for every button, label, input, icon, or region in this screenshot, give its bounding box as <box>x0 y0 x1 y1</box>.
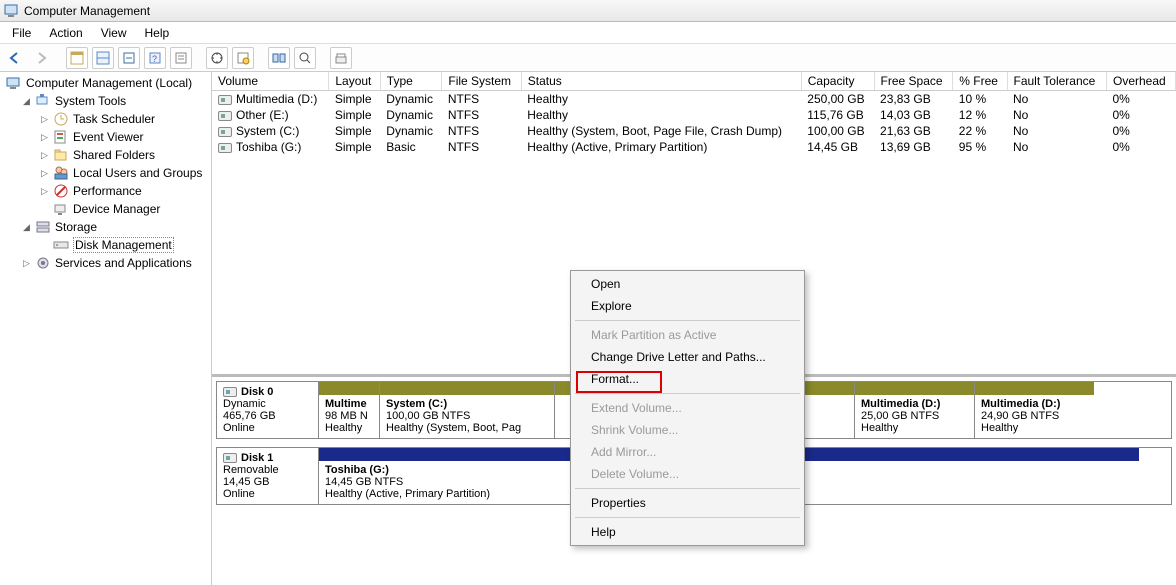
ctx-extend: Extend Volume... <box>573 397 802 419</box>
ctx-properties[interactable]: Properties <box>573 492 802 514</box>
disk-icon <box>223 387 237 397</box>
menu-view[interactable]: View <box>93 24 135 42</box>
col-fs[interactable]: File System <box>442 72 521 91</box>
partition-body: Multimedia (D:)24,90 GB NTFSHealthy <box>975 395 1094 437</box>
col-type[interactable]: Type <box>380 72 442 91</box>
ctx-mirror: Add Mirror... <box>573 441 802 463</box>
partition-header <box>975 382 1094 395</box>
tree-services[interactable]: ▷ Services and Applications <box>4 254 207 272</box>
expander-icon[interactable]: ◢ <box>22 222 31 233</box>
col-status[interactable]: Status <box>521 72 801 91</box>
ctx-change-letter[interactable]: Change Drive Letter and Paths... <box>573 346 802 368</box>
ctx-format[interactable]: Format... <box>573 368 802 390</box>
context-menu: Open Explore Mark Partition as Active Ch… <box>570 270 805 546</box>
partition[interactable]: Multime98 MB NHealthy <box>319 382 379 438</box>
volume-row[interactable]: Toshiba (G:)SimpleBasicNTFSHealthy (Acti… <box>212 139 1176 155</box>
expander-icon[interactable]: ▷ <box>40 168 49 179</box>
drive-icon <box>218 127 232 137</box>
toolbar-btn-3[interactable] <box>118 47 140 69</box>
toolbar-btn-1[interactable] <box>66 47 88 69</box>
svg-text:?: ? <box>152 54 157 64</box>
toolbar-btn-8[interactable] <box>268 47 290 69</box>
col-capacity[interactable]: Capacity <box>801 72 874 91</box>
ctx-help[interactable]: Help <box>573 521 802 543</box>
menu-bar: File Action View Help <box>0 22 1176 44</box>
volume-row[interactable]: Other (E:)SimpleDynamicNTFSHealthy115,76… <box>212 107 1176 123</box>
partition-body: Multime98 MB NHealthy <box>319 395 379 437</box>
drive-icon <box>218 111 232 121</box>
toolbar-btn-10[interactable] <box>330 47 352 69</box>
navigation-tree[interactable]: Computer Management (Local) ◢ System Too… <box>0 72 212 585</box>
partition-body: System (C:)100,00 GB NTFSHealthy (System… <box>380 395 554 437</box>
disk-icon <box>223 453 237 463</box>
drive-icon <box>218 95 232 105</box>
menu-help[interactable]: Help <box>137 24 178 42</box>
toolbar-btn-7[interactable] <box>232 47 254 69</box>
toolbar-btn-9[interactable] <box>294 47 316 69</box>
ctx-shrink: Shrink Volume... <box>573 419 802 441</box>
partition[interactable]: Multimedia (D:)25,00 GB NTFSHealthy <box>854 382 974 438</box>
toolbar-btn-2[interactable] <box>92 47 114 69</box>
window-title: Computer Management <box>24 4 150 18</box>
ctx-open[interactable]: Open <box>573 273 802 295</box>
expander-icon[interactable]: ▷ <box>22 258 31 269</box>
col-pctfree[interactable]: % Free <box>953 72 1007 91</box>
ctx-explore[interactable]: Explore <box>573 295 802 317</box>
expander-icon[interactable]: ◢ <box>22 96 31 107</box>
drive-icon <box>218 143 232 153</box>
col-layout[interactable]: Layout <box>329 72 380 91</box>
volume-header-row[interactable]: Volume Layout Type File System Status Ca… <box>212 72 1176 91</box>
partition-header <box>855 382 974 395</box>
tree-shared-folders[interactable]: ▷ Shared Folders <box>4 146 207 164</box>
toolbar: ? <box>0 44 1176 72</box>
tree-root[interactable]: Computer Management (Local) <box>4 74 207 92</box>
back-button[interactable] <box>4 47 26 69</box>
toolbar-btn-5[interactable] <box>170 47 192 69</box>
tree-task-scheduler[interactable]: ▷ Task Scheduler <box>4 110 207 128</box>
expander-icon[interactable]: ▷ <box>40 186 49 197</box>
partition[interactable]: Multimedia (D:)24,90 GB NTFSHealthy <box>974 382 1094 438</box>
volume-row[interactable]: Multimedia (D:)SimpleDynamicNTFSHealthy2… <box>212 91 1176 108</box>
expander-icon[interactable]: ▷ <box>40 114 49 125</box>
tree-storage[interactable]: ◢ Storage <box>4 218 207 236</box>
ctx-mark-active: Mark Partition as Active <box>573 324 802 346</box>
expander-icon[interactable]: ▷ <box>40 150 49 161</box>
tree-device-manager[interactable]: ▷ Device Manager <box>4 200 207 218</box>
volume-row[interactable]: System (C:)SimpleDynamicNTFSHealthy (Sys… <box>212 123 1176 139</box>
tree-disk-management[interactable]: ▷ Disk Management <box>4 236 207 254</box>
partition-body: Multimedia (D:)25,00 GB NTFSHealthy <box>855 395 974 437</box>
tree-system-tools[interactable]: ◢ System Tools <box>4 92 207 110</box>
expander-icon[interactable]: ▷ <box>40 132 49 143</box>
app-icon <box>4 3 20 19</box>
col-free[interactable]: Free Space <box>874 72 953 91</box>
forward-button[interactable] <box>30 47 52 69</box>
col-overhead[interactable]: Overhead <box>1107 72 1176 91</box>
toolbar-btn-6[interactable] <box>206 47 228 69</box>
title-bar: Computer Management <box>0 0 1176 22</box>
partition[interactable]: System (C:)100,00 GB NTFSHealthy (System… <box>379 382 554 438</box>
tree-local-users[interactable]: ▷ Local Users and Groups <box>4 164 207 182</box>
partition-header <box>319 382 379 395</box>
col-fault[interactable]: Fault Tolerance <box>1007 72 1107 91</box>
tree-event-viewer[interactable]: ▷ Event Viewer <box>4 128 207 146</box>
col-volume[interactable]: Volume <box>212 72 329 91</box>
disk-info: Disk 0Dynamic465,76 GBOnline <box>217 382 319 438</box>
partition-header <box>380 382 554 395</box>
ctx-delete: Delete Volume... <box>573 463 802 485</box>
menu-file[interactable]: File <box>4 24 39 42</box>
toolbar-btn-4[interactable]: ? <box>144 47 166 69</box>
disk-info: Disk 1Removable14,45 GBOnline <box>217 448 319 504</box>
menu-action[interactable]: Action <box>41 24 90 42</box>
tree-performance[interactable]: ▷ Performance <box>4 182 207 200</box>
